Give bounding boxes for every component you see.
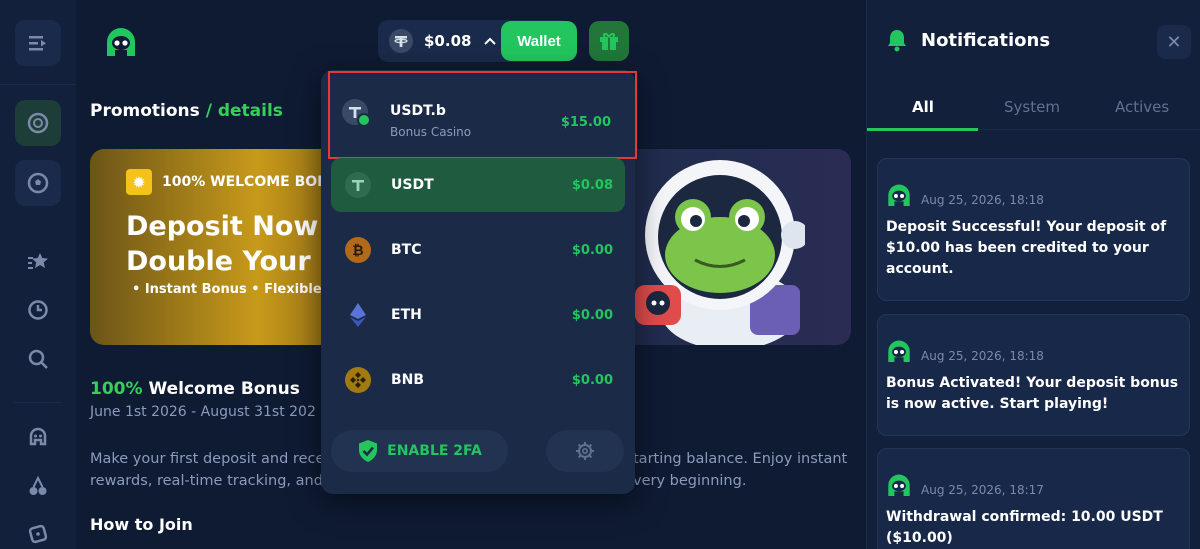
badge-label: 100% WELCOME BON xyxy=(162,174,329,190)
history-clock-icon[interactable] xyxy=(26,298,50,322)
banner-bullets: • Instant Bonus • Flexible xyxy=(132,282,322,297)
promo-dates: June 1st 2026 - August 31st 202 xyxy=(90,404,316,420)
wallet-dropdown: USDT.b Bonus Casino $15.00 USDT $0.08 ₿ … xyxy=(321,70,637,494)
coin-name: USDT.b xyxy=(390,103,446,119)
promo-desc-line-2-start: rewards, real-time tracking, and xyxy=(90,473,323,489)
coin-value: $0.00 xyxy=(571,242,613,258)
gift-button[interactable] xyxy=(589,21,629,61)
promo-title-text: Welcome Bonus xyxy=(142,379,300,399)
gear-icon xyxy=(576,442,594,460)
tab-all[interactable]: All xyxy=(912,98,934,116)
coin-name: BNB xyxy=(391,372,425,388)
breadcrumb-root[interactable]: Promotions xyxy=(90,101,200,121)
notification-text: Deposit Successful! Your deposit of $10.… xyxy=(886,219,1167,277)
left-rail xyxy=(0,0,76,549)
bitcoin-icon: ₿ xyxy=(345,237,371,263)
coin-value: $15.00 xyxy=(560,115,611,130)
chevron-up-icon xyxy=(484,37,497,45)
enable-2fa-button[interactable]: ENABLE 2FA xyxy=(331,430,508,472)
gift-icon xyxy=(600,33,618,50)
notification-card[interactable]: Aug 25, 2026, 18:18 Bonus Activated! You… xyxy=(877,314,1190,436)
sun-icon: ✹ xyxy=(126,169,152,195)
tab-system[interactable]: System xyxy=(1004,98,1060,116)
breadcrumb: Promotions / details xyxy=(90,101,283,121)
search-icon[interactable] xyxy=(26,347,50,371)
coin-row-usdt[interactable]: USDT $0.08 xyxy=(331,158,625,212)
close-icon: ✕ xyxy=(1166,31,1182,53)
coin-row-eth[interactable]: ETH $0.00 xyxy=(331,288,625,342)
banner-headline: Deposit Now Double Your B xyxy=(126,209,341,279)
brand-logo[interactable] xyxy=(104,26,138,64)
wallet-button[interactable]: Wallet xyxy=(501,21,577,61)
enable-2fa-label: ENABLE 2FA xyxy=(387,443,482,459)
coin-name: ETH xyxy=(391,307,422,323)
notification-text: Withdrawal confirmed: 10.00 USDT ($10.00… xyxy=(886,509,1163,546)
notification-time: Aug 25, 2026, 18:18 xyxy=(921,193,1044,207)
bnb-icon xyxy=(345,367,371,393)
notification-card[interactable]: Aug 25, 2026, 18:18 Deposit Successful! … xyxy=(877,158,1190,301)
sidebar-item-sports[interactable] xyxy=(15,160,61,206)
mascot-logo-icon xyxy=(888,340,910,362)
how-to-join-heading: How to Join xyxy=(90,515,193,534)
chip-icon xyxy=(27,112,49,134)
notification-card[interactable]: Aug 25, 2026, 18:17 Withdrawal confirmed… xyxy=(877,448,1190,549)
promo-desc-line-1-end: tarting balance. Enjoy instant xyxy=(633,451,848,467)
notifications-header: Notifications xyxy=(885,28,1050,52)
headline-line-1: Deposit Now xyxy=(126,211,319,242)
active-tab-indicator xyxy=(867,128,978,131)
headline-line-2: Double Your B xyxy=(126,246,341,277)
favorites-icon[interactable] xyxy=(26,250,50,274)
notification-time: Aug 25, 2026, 18:18 xyxy=(921,349,1044,363)
close-button[interactable]: ✕ xyxy=(1157,25,1191,59)
tab-actives[interactable]: Actives xyxy=(1115,98,1169,116)
welcome-badge: ✹ 100% WELCOME BON xyxy=(126,168,329,196)
cherries-icon[interactable] xyxy=(26,474,50,498)
notifications-panel: Notifications ✕ All System Actives Aug 2… xyxy=(866,0,1200,549)
menu-icon xyxy=(29,36,46,51)
mascot-logo-icon xyxy=(888,474,910,496)
menu-toggle-button[interactable] xyxy=(15,20,61,66)
coin-name: BTC xyxy=(391,242,422,258)
sidebar-item-casino[interactable] xyxy=(15,100,61,146)
coin-value: $0.00 xyxy=(571,307,613,323)
breadcrumb-separator: / xyxy=(199,101,218,121)
shield-check-icon xyxy=(359,440,378,462)
coin-row-usdt-b[interactable]: USDT.b Bonus Casino $15.00 xyxy=(328,71,637,159)
coin-subtitle: Bonus Casino xyxy=(390,125,472,139)
tether-bonus-icon xyxy=(342,99,371,127)
soccer-ball-icon xyxy=(27,172,49,194)
coin-value: $0.08 xyxy=(571,177,613,193)
mascot-logo-icon xyxy=(107,28,135,56)
coin-name: USDT xyxy=(391,177,434,193)
mascot-icon[interactable] xyxy=(26,425,50,449)
dice-icon[interactable] xyxy=(26,522,50,546)
breadcrumb-current: details xyxy=(217,101,283,121)
coin-row-btc[interactable]: ₿ BTC $0.00 xyxy=(331,223,625,277)
coin-row-bnb[interactable]: BNB $0.00 xyxy=(331,353,625,407)
wallet-settings-button[interactable] xyxy=(546,430,624,472)
mascot-logo-icon xyxy=(888,184,910,206)
ethereum-icon xyxy=(345,302,371,328)
balance-amount: $0.08 xyxy=(424,32,472,50)
notification-tabs: All System Actives xyxy=(867,90,1200,131)
bell-icon xyxy=(888,30,906,52)
tether-icon xyxy=(345,172,371,198)
promo-title-percent: 100% xyxy=(90,379,143,399)
notification-text: Bonus Activated! Your deposit bonus is n… xyxy=(886,375,1179,412)
promo-desc-line-2-end: very beginning. xyxy=(633,473,747,489)
coin-value: $0.00 xyxy=(571,372,613,388)
notifications-title: Notifications xyxy=(921,29,1051,51)
frog-astronaut-illustration xyxy=(635,160,805,345)
notification-time: Aug 25, 2026, 18:17 xyxy=(921,483,1044,497)
promo-desc-line-1-start: Make your first deposit and rece xyxy=(90,451,325,467)
tether-icon xyxy=(389,29,413,53)
promo-title: 100% Welcome Bonus xyxy=(90,379,300,399)
